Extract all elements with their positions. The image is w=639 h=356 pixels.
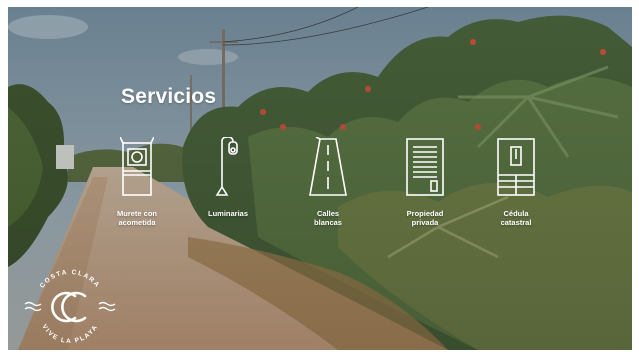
road-icon xyxy=(309,137,347,196)
cadastral-card-icon xyxy=(497,138,535,196)
service-luminarias: Luminarias xyxy=(188,137,268,218)
page-title: Servicios xyxy=(121,85,217,108)
service-propiedad: Propiedad privada xyxy=(385,137,465,227)
street-light-icon xyxy=(215,137,238,196)
service-label: Propiedad privada xyxy=(406,209,444,227)
service-murete: Murete con acometida xyxy=(97,137,177,227)
logo-bottom-text: VIVE LA PLAYA xyxy=(40,323,98,345)
meter-wall-icon xyxy=(120,137,154,196)
slide: Servicios Murete con acometida Luminaria… xyxy=(8,7,632,350)
property-deed-icon xyxy=(406,138,444,196)
service-cedula: Cédula catastral xyxy=(476,137,556,227)
service-label: Murete con acometida xyxy=(116,209,157,227)
service-label: Calles blancas xyxy=(314,209,342,227)
service-calles: Calles blancas xyxy=(288,137,368,227)
service-label: Cédula catastral xyxy=(500,209,532,227)
svg-text:VIVE LA PLAYA: VIVE LA PLAYA xyxy=(40,323,99,345)
service-label: Luminarias xyxy=(207,209,248,218)
svg-text:COSTA CLARA: COSTA CLARA xyxy=(39,269,102,290)
logo-top-text: COSTA CLARA xyxy=(39,269,100,290)
costa-clara-logo: COSTA CLARA VIVE LA PLAYA xyxy=(24,269,116,345)
